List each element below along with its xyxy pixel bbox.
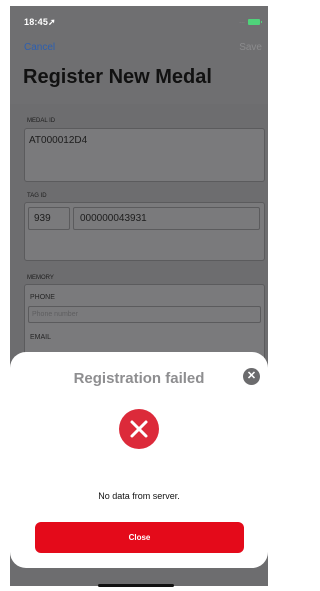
phone-label: PHONE (30, 294, 55, 301)
tag-id-prefix-field[interactable]: 939 (28, 207, 70, 230)
x-mark-icon (130, 420, 148, 438)
close-icon[interactable]: ✕ (243, 368, 260, 385)
modal-title: Registration failed (73, 370, 205, 387)
modal-message: No data from server. (98, 491, 180, 501)
status-indicators: ... (239, 18, 262, 25)
status-time: 18:45 (24, 17, 49, 27)
medal-id-value: AT000012D4 (29, 135, 88, 146)
page-title: Register New Medal (23, 66, 212, 88)
tag-id-container: 939 000000043931 (24, 202, 265, 261)
location-arrow-icon: ➚ (48, 17, 56, 27)
tag-id-field[interactable]: 000000043931 (73, 207, 260, 230)
medal-id-field[interactable]: AT000012D4 (24, 128, 265, 182)
phone-field[interactable]: Phone number (28, 306, 261, 323)
tag-id-label: TAG ID (27, 193, 47, 199)
status-bar: 18:45 ➚ ... (10, 6, 268, 36)
home-indicator[interactable] (98, 584, 174, 587)
registration-failed-modal: Registration failed ✕ No data from serve… (10, 352, 268, 568)
battery-icon (248, 18, 262, 25)
email-label: EMAIL (30, 334, 52, 341)
signal-icon: ... (239, 18, 245, 25)
phone-placeholder: Phone number (32, 311, 78, 318)
close-button[interactable]: Close (35, 522, 244, 553)
tag-id-prefix: 939 (34, 213, 51, 224)
save-button[interactable]: Save (239, 42, 262, 53)
memory-label: MEMORY (27, 275, 54, 281)
error-x-icon (119, 409, 159, 449)
cancel-button[interactable]: Cancel (24, 42, 55, 53)
tag-id-value: 000000043931 (80, 213, 147, 224)
medal-id-label: MEDAL ID (27, 118, 56, 124)
